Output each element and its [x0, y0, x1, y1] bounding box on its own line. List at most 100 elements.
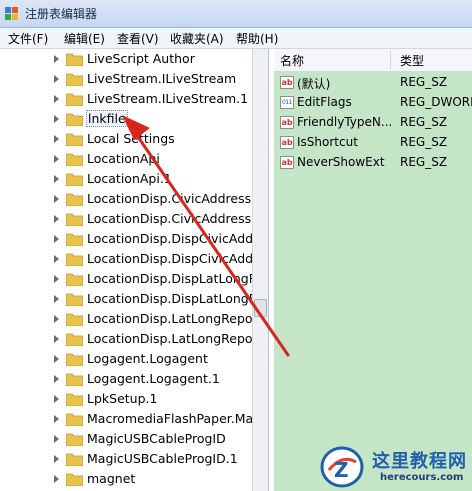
folder-icon [66, 193, 83, 206]
tree-scrollbar[interactable] [252, 49, 268, 491]
value-name: EditFlags [297, 95, 352, 109]
value-type: REG_DWORD [400, 95, 472, 109]
folder-icon [66, 253, 83, 266]
tree-item[interactable]: Local Settings [0, 129, 252, 149]
tree-item[interactable]: LocationDisp.DispLatLongRe [0, 269, 265, 289]
tree-item[interactable]: LocationDisp.LatLongReport [0, 329, 263, 349]
tree-item[interactable]: LocationApi [0, 149, 252, 169]
expand-arrow-icon[interactable] [54, 475, 59, 483]
tree-item-label: LiveStream.ILiveStream.1 [87, 91, 249, 106]
menu-favorites[interactable]: 收藏夹(A) [170, 30, 224, 47]
expand-arrow-icon[interactable] [54, 355, 59, 363]
column-header: 名称 类型 [274, 49, 472, 72]
folder-icon [66, 333, 83, 346]
menu-view[interactable]: 查看(V) [117, 30, 159, 47]
tree-item-label: magnet [87, 471, 136, 486]
expand-arrow-icon[interactable] [54, 155, 59, 163]
tree-item[interactable]: LocationApi.1 [0, 169, 252, 189]
values-list[interactable]: 名称 类型 ab (默认) REG_SZ 011 EditFlags REG_D… [274, 49, 472, 491]
title-bar: 注册表编辑器 [0, 0, 472, 28]
folder-icon [66, 113, 83, 126]
tree-item[interactable]: MacromediaFlashPaper.Mac [0, 409, 260, 429]
expand-arrow-icon[interactable] [54, 215, 59, 223]
expand-arrow-icon[interactable] [54, 175, 59, 183]
tree-item[interactable]: LocationDisp.CivicAddressRe [0, 189, 267, 209]
registry-key-tree[interactable]: LiveScript Author LiveStream.ILiveStream… [0, 49, 269, 491]
tree-item-label: LpkSetup.1 [87, 391, 158, 406]
tree-item-label: LocationDisp.LatLongReport [87, 311, 263, 326]
regedit-icon [5, 7, 18, 20]
tree-item[interactable]: LocationDisp.DispCivicAddre [0, 249, 266, 269]
expand-arrow-icon[interactable] [54, 455, 59, 463]
menu-file[interactable]: 文件(F) [8, 30, 48, 47]
tree-item[interactable]: MagicUSBCableProgID.1 [0, 449, 252, 469]
string-value-icon: ab [280, 76, 294, 89]
string-value-icon: ab [280, 156, 294, 169]
tree-item[interactable]: LiveStream.ILiveStream [0, 69, 252, 89]
tree-item-label: Logagent.Logagent.1 [87, 371, 220, 386]
expand-arrow-icon[interactable] [54, 395, 59, 403]
watermark-logo-icon: Z [320, 446, 364, 488]
expand-arrow-icon[interactable] [54, 255, 59, 263]
tree-item-label: MagicUSBCableProgID.1 [87, 451, 238, 466]
expand-arrow-icon[interactable] [54, 415, 59, 423]
expand-arrow-icon[interactable] [54, 115, 59, 123]
expand-arrow-icon[interactable] [54, 375, 59, 383]
watermark-url: herecours.com [380, 472, 464, 483]
value-row[interactable]: ab (默认) REG_SZ [274, 73, 472, 93]
expand-arrow-icon[interactable] [54, 195, 59, 203]
tree-item-label: LocationDisp.DispLatLongRe [87, 291, 265, 306]
folder-icon [66, 273, 83, 286]
tree-item[interactable]: Logagent.Logagent.1 [0, 369, 252, 389]
folder-icon [66, 93, 83, 106]
expand-arrow-icon[interactable] [54, 95, 59, 103]
tree-item[interactable]: Logagent.Logagent [0, 349, 252, 369]
expand-arrow-icon[interactable] [54, 235, 59, 243]
tree-item-label: Logagent.Logagent [87, 351, 208, 366]
folder-icon [66, 53, 83, 66]
folder-icon [66, 433, 83, 446]
value-row[interactable]: ab FriendlyTypeN... REG_SZ [274, 113, 472, 133]
expand-arrow-icon[interactable] [54, 435, 59, 443]
menu-edit[interactable]: 编辑(E) [64, 30, 105, 47]
tree-item-label: lnkfile [86, 110, 128, 127]
tree-item[interactable]: MagicUSBCableProgID [0, 429, 252, 449]
folder-icon [66, 153, 83, 166]
scrollbar-thumb[interactable] [254, 299, 267, 317]
tree-item[interactable]: LocationDisp.DispLatLongRe [0, 289, 265, 309]
tree-item[interactable]: LpkSetup.1 [0, 389, 252, 409]
folder-icon [66, 393, 83, 406]
folder-icon [66, 73, 83, 86]
expand-arrow-icon[interactable] [54, 335, 59, 343]
folder-icon [66, 313, 83, 326]
column-divider[interactable] [390, 51, 391, 69]
tree-item[interactable]: LocationDisp.CivicAddressRe [0, 209, 267, 229]
tree-item-label: LocationApi.1 [87, 171, 172, 186]
folder-icon [66, 373, 83, 386]
folder-icon [66, 473, 83, 486]
tree-item[interactable]: LocationDisp.LatLongReport [0, 309, 263, 329]
tree-item[interactable]: LocationDisp.DispCivicAddre [0, 229, 266, 249]
expand-arrow-icon[interactable] [54, 295, 59, 303]
value-row[interactable]: ab IsShortcut REG_SZ [274, 133, 472, 153]
tree-item-label: LocationApi [87, 151, 160, 166]
expand-arrow-icon[interactable] [54, 55, 59, 63]
value-type: REG_SZ [400, 115, 448, 129]
value-row[interactable]: 011 EditFlags REG_DWORD [274, 93, 472, 113]
tree-item-label: MacromediaFlashPaper.Mac [87, 411, 261, 426]
tree-item-label: LiveScript Author [87, 51, 195, 66]
tree-item-lnkfile[interactable]: lnkfile [0, 109, 252, 129]
expand-arrow-icon[interactable] [54, 315, 59, 323]
expand-arrow-icon[interactable] [54, 135, 59, 143]
value-row[interactable]: ab NeverShowExt REG_SZ [274, 153, 472, 173]
tree-item[interactable]: LiveScript Author [0, 49, 252, 69]
expand-arrow-icon[interactable] [54, 275, 59, 283]
expand-arrow-icon[interactable] [54, 75, 59, 83]
tree-item[interactable]: LiveStream.ILiveStream.1 [0, 89, 252, 109]
menu-help[interactable]: 帮助(H) [236, 30, 278, 47]
column-name-header[interactable]: 名称 [280, 52, 304, 69]
tree-item[interactable]: magnet [0, 469, 252, 489]
tree-item-label: LocationDisp.DispLatLongRe [87, 271, 265, 286]
column-type-header[interactable]: 类型 [400, 52, 424, 69]
watermark-text: 这里教程网 [372, 451, 467, 472]
